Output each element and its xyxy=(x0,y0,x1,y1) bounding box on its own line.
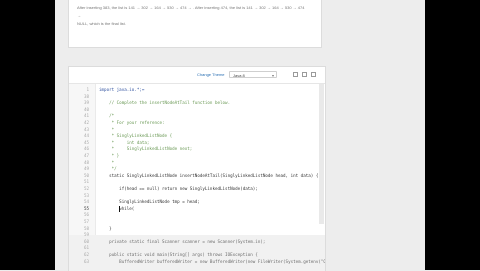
code-area[interactable]: 1 import java.io.*;↔ 38 39 // Complete the … xyxy=(69,84,325,271)
problem-line-2: NULL, which is the final list. xyxy=(77,21,126,26)
letterbox-left xyxy=(0,0,55,270)
problem-statement-card: After inserting 383, the list is 141 → 3… xyxy=(68,0,322,48)
vertical-scrollbar[interactable] xyxy=(319,84,324,224)
change-theme-link[interactable]: Change Theme xyxy=(197,72,225,77)
problem-line-1: After inserting 383, the list is 141 → 3… xyxy=(77,5,305,18)
code-line[interactable]: 63 BufferedWriter bufferedWriter = new B… xyxy=(69,258,325,266)
line-number: 63 xyxy=(83,258,89,264)
chevron-down-icon: ▾ xyxy=(271,73,274,78)
language-select-value: Java 8 xyxy=(233,73,245,78)
letterbox-right xyxy=(425,0,480,270)
problem-statement-text: After inserting 383, the list is 141 → 3… xyxy=(77,4,307,28)
settings-icon[interactable] xyxy=(293,72,298,77)
language-select[interactable]: Java 8 ▾ xyxy=(229,71,277,78)
expand-icon[interactable] xyxy=(302,72,307,77)
code-text: BufferedWriter bufferedWriter = new Buff… xyxy=(119,258,325,264)
editor-toolbar: Change Theme Java 8 ▾ xyxy=(69,67,325,84)
code-editor-panel: Change Theme Java 8 ▾ 1 import java.io.*;… xyxy=(68,66,326,271)
fullscreen-icon[interactable] xyxy=(311,72,316,77)
